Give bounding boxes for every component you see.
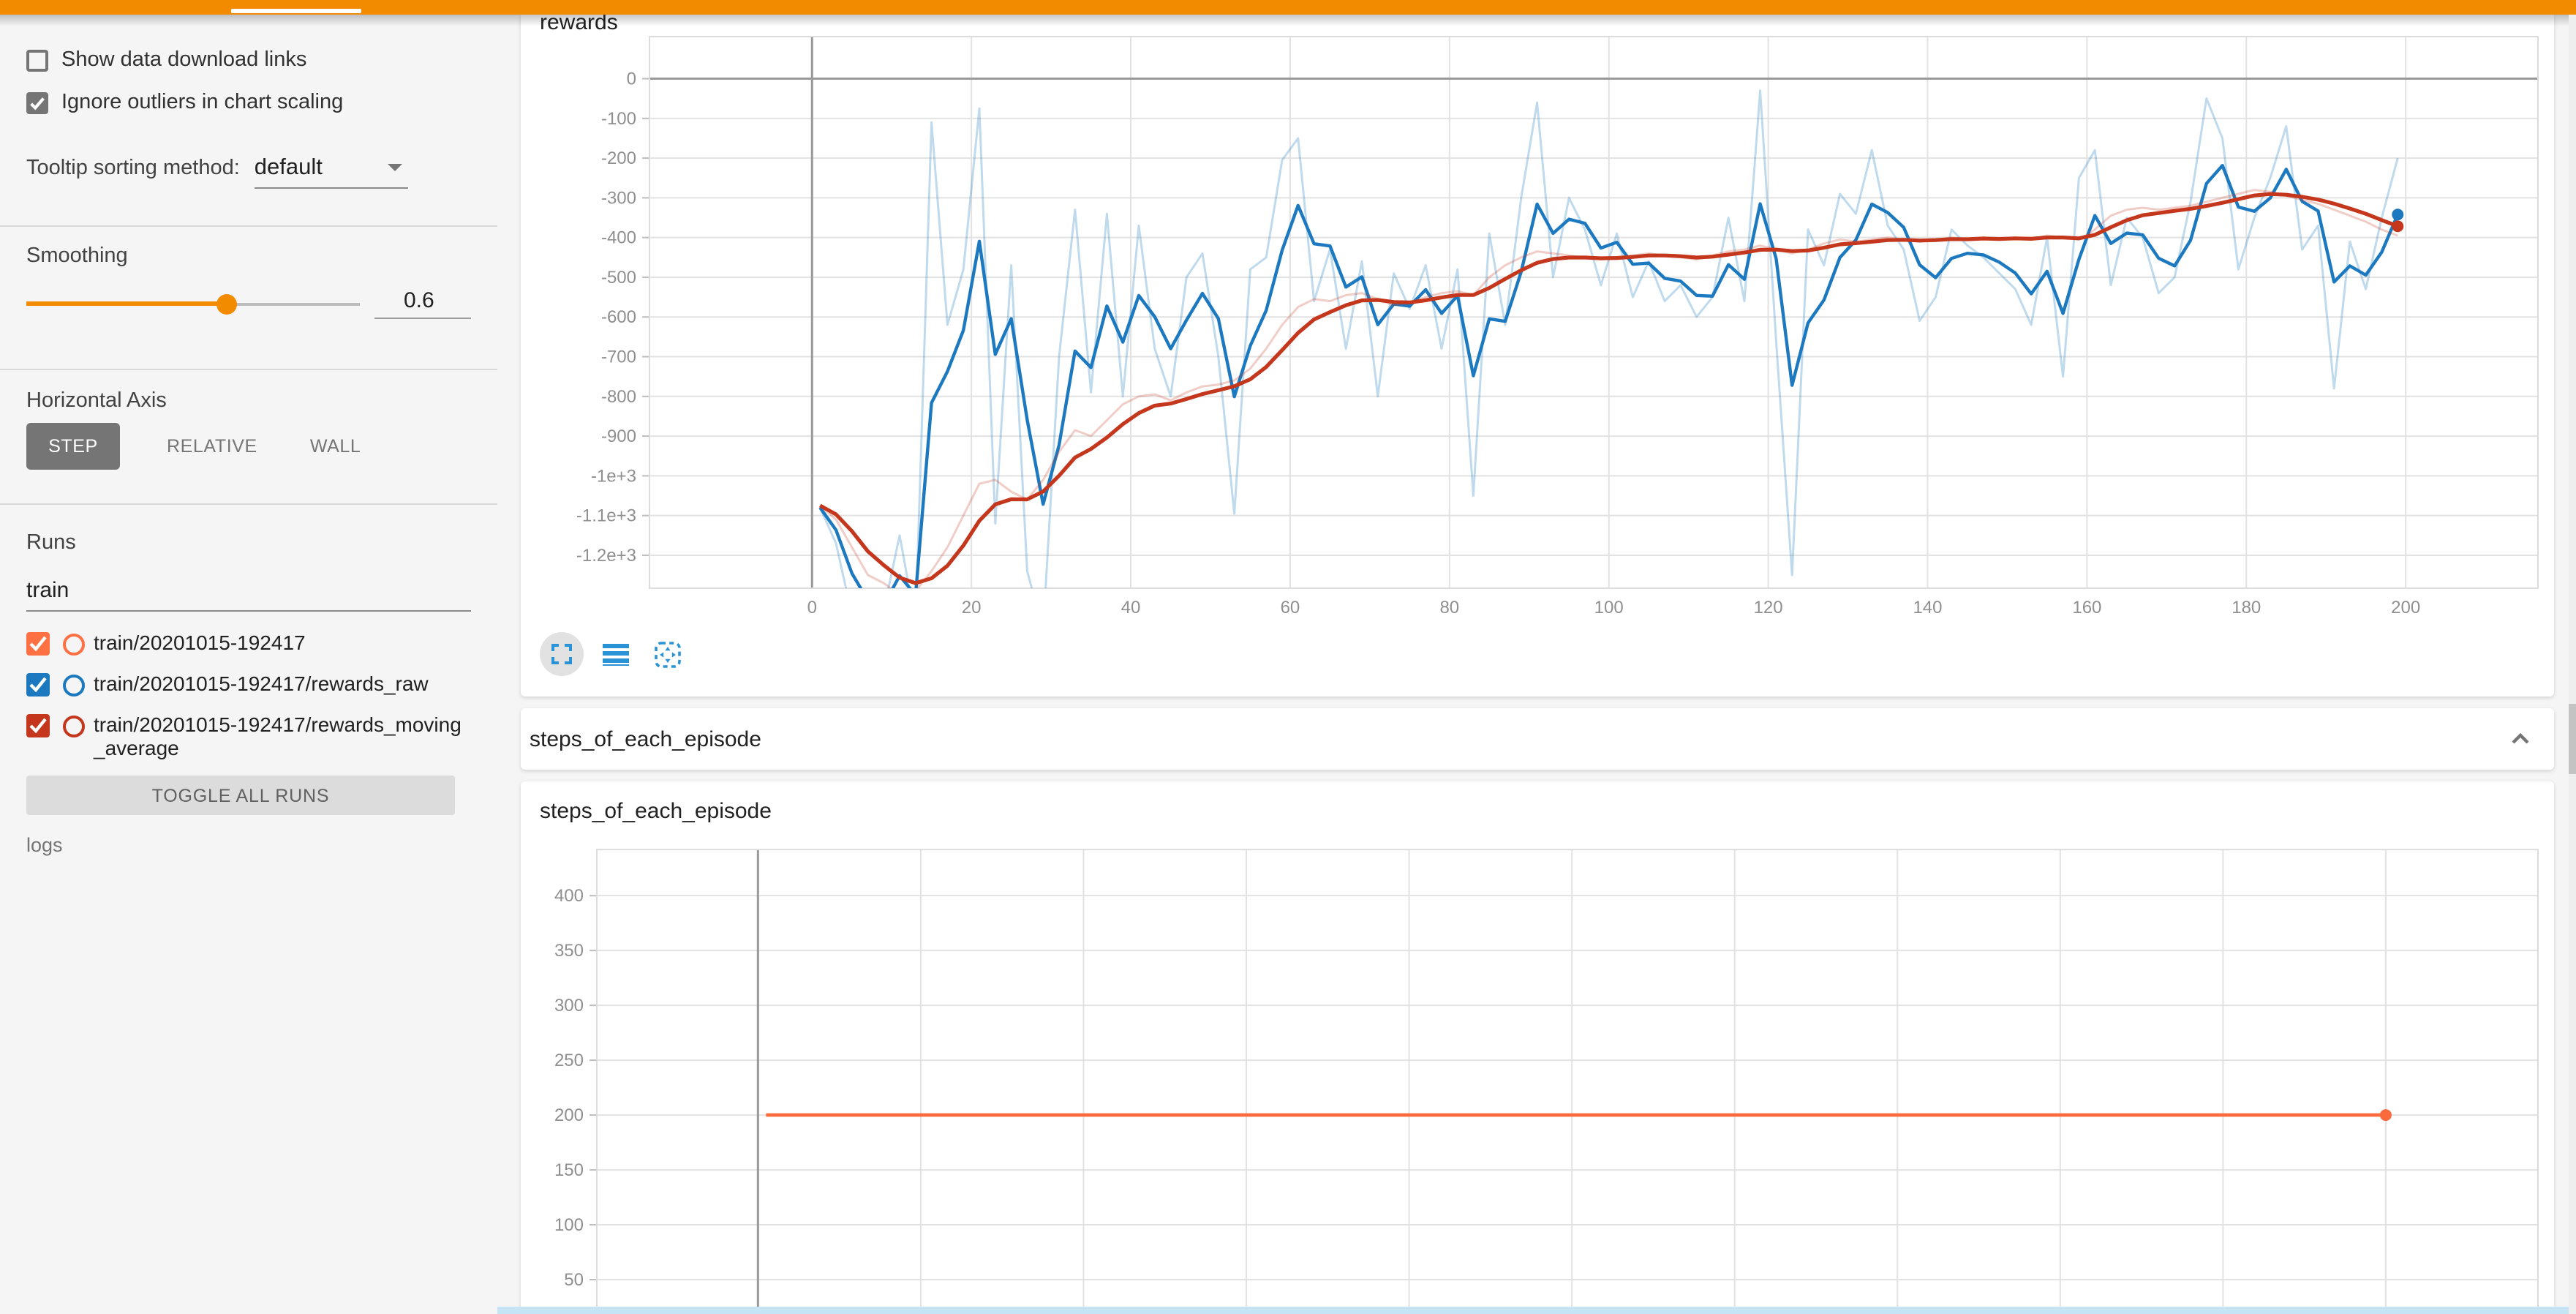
checkbox-label: Ignore outliers in chart scaling xyxy=(61,91,343,114)
tooltip-sorting-label: Tooltip sorting method: xyxy=(26,157,240,180)
svg-text:300: 300 xyxy=(554,996,584,1015)
svg-text:400: 400 xyxy=(554,886,584,906)
axis-step-button[interactable]: STEP xyxy=(26,423,120,470)
run-radio[interactable] xyxy=(63,675,85,697)
svg-text:160: 160 xyxy=(2072,598,2101,617)
svg-text:-900: -900 xyxy=(601,427,636,446)
steps-section-header[interactable]: steps_of_each_episode xyxy=(521,708,2554,770)
slider-thumb[interactable] xyxy=(216,293,237,314)
svg-text:-700: -700 xyxy=(601,348,636,367)
axis-relative-button[interactable]: RELATIVE xyxy=(161,436,263,457)
run-row[interactable]: train/20201015-192417/rewards_moving_ave… xyxy=(26,713,471,759)
svg-text:60: 60 xyxy=(1281,598,1300,617)
checkbox-checked-icon[interactable] xyxy=(26,91,48,113)
svg-text:-400: -400 xyxy=(601,228,636,248)
tooltip-sorting-select[interactable]: default xyxy=(255,155,408,189)
data-rows-icon[interactable] xyxy=(597,635,635,673)
dropdown-arrow-icon xyxy=(388,164,402,171)
checkbox-label: Show data download links xyxy=(61,48,306,72)
tooltip-sorting-value: default xyxy=(255,155,323,180)
scrollbar-thumb[interactable] xyxy=(2569,704,2576,774)
scrollbar-track[interactable] xyxy=(2569,15,2576,1314)
steps-chart-card: steps_of_each_episode 400350300250200150… xyxy=(521,781,2554,1314)
active-tab-indicator xyxy=(231,9,361,13)
svg-text:20: 20 xyxy=(962,598,982,617)
show-data-download-links-row[interactable]: Show data download links xyxy=(26,48,471,72)
svg-text:50: 50 xyxy=(564,1270,584,1290)
fit-domain-icon[interactable] xyxy=(648,635,686,673)
toggle-all-runs-button[interactable]: TOGGLE ALL RUNS xyxy=(26,776,455,815)
bottom-highlight-strip xyxy=(497,1307,2576,1314)
horizontal-axis-label: Horizontal Axis xyxy=(26,389,471,413)
tensorboard-app: Show data download links Ignore outliers… xyxy=(0,0,2576,1314)
checkbox-unchecked-icon[interactable] xyxy=(26,49,48,71)
svg-text:140: 140 xyxy=(1913,598,1942,617)
run-label: train/20201015-192417/rewards_moving_ave… xyxy=(94,713,468,759)
run-checkbox[interactable] xyxy=(26,714,50,737)
logs-link[interactable]: logs xyxy=(26,834,471,856)
run-filter-input[interactable]: train xyxy=(26,578,471,612)
chart-toolbar xyxy=(540,632,686,676)
svg-text:0: 0 xyxy=(807,598,817,617)
divider xyxy=(0,369,497,370)
run-row[interactable]: train/20201015-192417/rewards_raw xyxy=(26,672,471,697)
svg-text:0: 0 xyxy=(627,70,636,89)
divider xyxy=(0,503,497,505)
svg-text:250: 250 xyxy=(554,1051,584,1070)
svg-text:180: 180 xyxy=(2232,598,2261,617)
smoothing-label: Smoothing xyxy=(26,244,471,268)
smoothing-value-input[interactable]: 0.6 xyxy=(374,288,471,319)
run-radio[interactable] xyxy=(63,634,85,656)
svg-text:120: 120 xyxy=(1754,598,1783,617)
expand-icon[interactable] xyxy=(540,632,584,676)
svg-text:-1.1e+3: -1.1e+3 xyxy=(576,506,636,526)
smoothing-slider[interactable] xyxy=(26,290,360,317)
app-header xyxy=(0,0,2576,15)
svg-text:150: 150 xyxy=(554,1160,584,1180)
run-radio[interactable] xyxy=(63,716,85,737)
runs-label: Runs xyxy=(26,531,471,555)
svg-text:40: 40 xyxy=(1121,598,1141,617)
axis-wall-button[interactable]: WALL xyxy=(304,436,367,457)
svg-text:100: 100 xyxy=(554,1215,584,1235)
rewards-chart[interactable]: 0 20 40 60 80 100 120 140 160 180 200 0 -100 -200 -300… xyxy=(521,12,2554,697)
steps-chart[interactable]: 400 350 300 250 200 150 100 50 xyxy=(521,781,2554,1314)
run-checkbox[interactable] xyxy=(26,673,50,697)
run-row[interactable]: train/20201015-192417 xyxy=(26,631,471,656)
section-title: steps_of_each_episode xyxy=(530,727,761,751)
svg-text:200: 200 xyxy=(2391,598,2420,617)
dashboard-main: rewards 0204060801001201401601802000-100… xyxy=(497,15,2576,1314)
rewards-chart-card: rewards 0204060801001201401601802000-100… xyxy=(521,12,2554,697)
svg-text:100: 100 xyxy=(1594,598,1624,617)
svg-text:-300: -300 xyxy=(601,188,636,208)
svg-text:-500: -500 xyxy=(601,268,636,288)
slider-fill xyxy=(26,301,227,306)
divider xyxy=(0,225,497,227)
ignore-outliers-row[interactable]: Ignore outliers in chart scaling xyxy=(26,91,471,114)
collapse-chevron-icon[interactable] xyxy=(2507,726,2534,752)
svg-text:-800: -800 xyxy=(601,387,636,407)
svg-text:-600: -600 xyxy=(601,307,636,327)
svg-text:-100: -100 xyxy=(601,109,636,129)
svg-text:80: 80 xyxy=(1439,598,1459,617)
run-checkbox[interactable] xyxy=(26,632,50,656)
run-label: train/20201015-192417/rewards_raw xyxy=(94,672,429,695)
svg-text:350: 350 xyxy=(554,941,584,961)
svg-text:-1e+3: -1e+3 xyxy=(591,466,636,486)
settings-sidebar: Show data download links Ignore outliers… xyxy=(0,15,497,1314)
run-label: train/20201015-192417 xyxy=(94,631,306,654)
svg-text:-200: -200 xyxy=(601,149,636,168)
svg-text:200: 200 xyxy=(554,1105,584,1125)
svg-text:-1.2e+3: -1.2e+3 xyxy=(576,546,636,566)
